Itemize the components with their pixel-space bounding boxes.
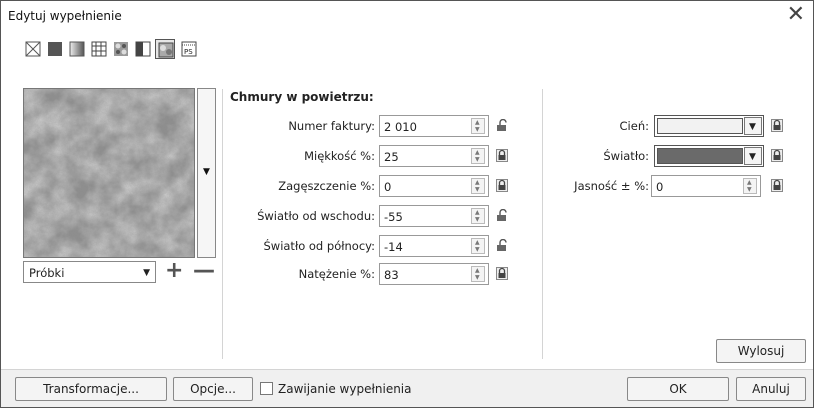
density-input[interactable]: 0 ▲ ▼ <box>379 175 489 197</box>
softness-input[interactable]: 25 ▲ ▼ <box>379 145 489 167</box>
cancel-button[interactable]: Anuluj <box>736 377 806 401</box>
postscript-label: PS <box>184 48 193 56</box>
intensity-input[interactable]: 83 ▲ ▼ <box>379 263 489 285</box>
library-select-value: Próbki <box>29 266 65 280</box>
shadow-color-label: Cień: <box>619 119 649 133</box>
brightness-input[interactable]: 0 ▲ ▼ <box>651 175 761 197</box>
texture-name: Chmury w powietrzu: <box>230 90 374 104</box>
intensity-label: Natężenie %: <box>298 267 375 281</box>
left-divider <box>222 89 223 359</box>
chevron-down-icon: ▼ <box>203 167 210 177</box>
lock-icon[interactable] <box>496 149 508 162</box>
bitmap-pattern-icon[interactable] <box>111 39 131 59</box>
lock-icon[interactable] <box>771 119 783 132</box>
chevron-down-icon: ▼ <box>143 268 150 278</box>
ok-button[interactable]: OK <box>627 377 729 401</box>
options-button[interactable]: Opcje... <box>173 377 253 401</box>
softness-value: 25 <box>384 150 399 164</box>
east-light-spinner[interactable]: ▲ ▼ <box>471 208 485 224</box>
dialog-title: Edytuj wypełnienie <box>8 9 122 23</box>
unlocked-icon[interactable] <box>496 239 508 252</box>
texture-number-value: 2 010 <box>384 120 417 134</box>
title-bar: Edytuj wypełnienie ✕ <box>1 1 813 31</box>
east-light-input[interactable]: -55 ▲ ▼ <box>379 205 489 227</box>
wrap-fill-checkbox[interactable] <box>260 382 273 395</box>
softness-label: Miękkość %: <box>304 149 375 163</box>
uniform-fill-icon[interactable] <box>45 39 65 59</box>
minus-icon[interactable]: — <box>193 258 215 283</box>
lock-icon[interactable] <box>771 179 783 192</box>
preview-dropdown-button[interactable]: ▼ <box>197 88 216 258</box>
fountain-fill-icon[interactable] <box>67 39 87 59</box>
library-select[interactable]: Próbki ▼ <box>23 261 156 283</box>
north-light-spinner[interactable]: ▲ ▼ <box>471 238 485 254</box>
texture-number-label: Numer faktury: <box>288 119 375 133</box>
east-light-value: -55 <box>384 210 403 224</box>
north-light-input[interactable]: -14 ▲ ▼ <box>379 235 489 257</box>
softness-spinner[interactable]: ▲ ▼ <box>471 148 485 164</box>
no-fill-icon[interactable] <box>23 39 43 59</box>
lock-icon[interactable] <box>771 149 783 162</box>
cloud-texture-image <box>24 89 194 257</box>
lock-icon[interactable] <box>496 179 508 192</box>
intensity-spinner[interactable]: ▲ ▼ <box>471 266 485 282</box>
wrap-fill-label: Zawijanie wypełnienia <box>278 382 412 396</box>
intensity-value: 83 <box>384 268 399 282</box>
density-label: Zagęszczenie %: <box>278 179 375 193</box>
right-divider <box>542 89 543 359</box>
density-spinner[interactable]: ▲ ▼ <box>471 178 485 194</box>
vector-pattern-icon[interactable] <box>89 39 109 59</box>
lock-icon[interactable] <box>496 267 508 280</box>
texture-fill-icon[interactable] <box>155 39 175 59</box>
texture-number-spinner[interactable]: ▲ ▼ <box>471 118 485 134</box>
randomize-button[interactable]: Wylosuj <box>716 339 806 363</box>
north-light-label: Światło od północy: <box>263 239 375 253</box>
light-color-label: Światło: <box>603 149 649 163</box>
texture-preview <box>23 88 195 258</box>
unlocked-icon[interactable] <box>496 119 508 132</box>
two-color-pattern-icon[interactable] <box>133 39 153 59</box>
postscript-fill-icon[interactable]: PS <box>179 39 199 59</box>
brightness-spinner[interactable]: ▲ ▼ <box>743 178 757 194</box>
edit-fill-dialog: Edytuj wypełnienie ✕ PS ▼ Próbki ▼ + — C… <box>0 0 814 408</box>
plus-icon[interactable]: + <box>165 258 183 283</box>
close-icon[interactable]: ✕ <box>787 3 805 27</box>
shadow-color-swatch <box>657 118 743 134</box>
chevron-down-icon[interactable]: ▼ <box>744 117 762 135</box>
east-light-label: Światło od wschodu: <box>257 209 375 223</box>
brightness-value: 0 <box>656 180 664 194</box>
texture-number-input[interactable]: 2 010 ▲ ▼ <box>379 115 489 137</box>
north-light-value: -14 <box>384 240 403 254</box>
light-color-swatch <box>657 148 743 164</box>
density-value: 0 <box>384 180 392 194</box>
chevron-down-icon[interactable]: ▼ <box>744 147 762 165</box>
unlocked-icon[interactable] <box>496 209 508 222</box>
shadow-color-picker[interactable]: ▼ <box>654 115 764 137</box>
light-color-picker[interactable]: ▼ <box>654 145 764 167</box>
transformations-button[interactable]: Transformacje... <box>15 377 167 401</box>
brightness-label: Jasność ± %: <box>574 179 649 193</box>
